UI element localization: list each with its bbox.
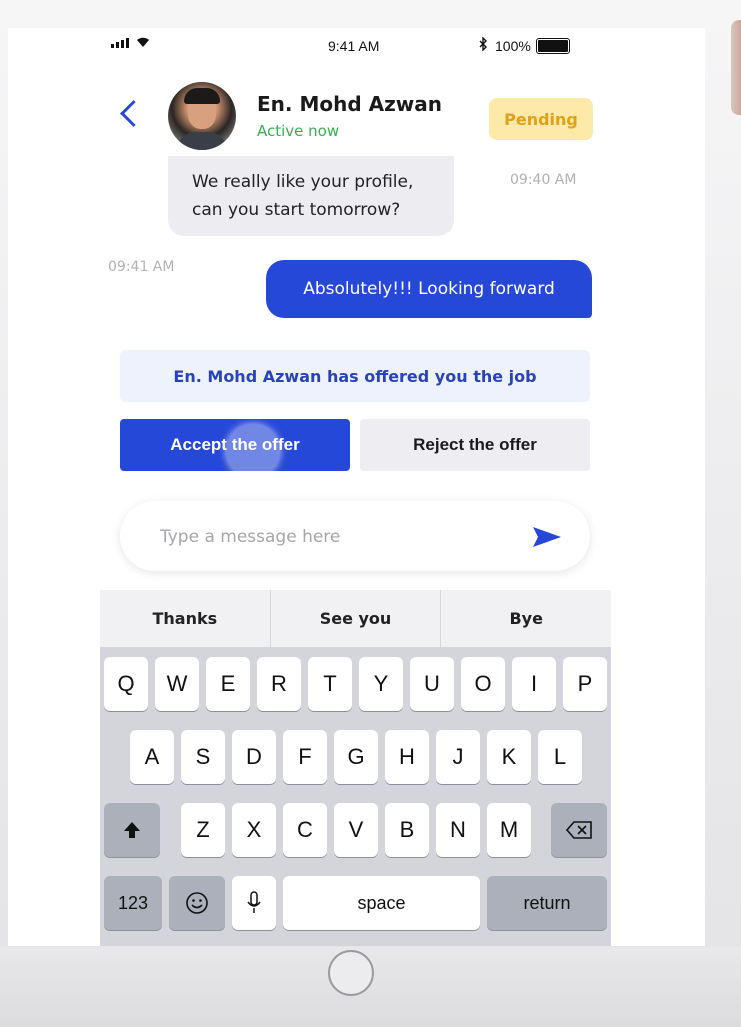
key-j[interactable]: J (436, 730, 480, 784)
numbers-key[interactable]: 123 (104, 876, 162, 930)
backspace-icon (566, 821, 592, 839)
microphone-key[interactable] (232, 876, 276, 930)
key-y[interactable]: Y (359, 657, 403, 711)
status-badge: Pending (489, 98, 593, 140)
key-d[interactable]: D (232, 730, 276, 784)
back-chevron-icon[interactable] (120, 100, 147, 127)
return-key[interactable]: return (487, 876, 607, 930)
key-q[interactable]: Q (104, 657, 148, 711)
key-u[interactable]: U (410, 657, 454, 711)
job-offer-notice: En. Mohd Azwan has offered you the job (120, 350, 590, 402)
key-f[interactable]: F (283, 730, 327, 784)
status-bar: 9:41 AM 100% (8, 28, 705, 68)
key-x[interactable]: X (232, 803, 276, 857)
message-timestamp: 09:41 AM (108, 259, 175, 275)
key-g[interactable]: G (334, 730, 378, 784)
battery-percent: 100% (495, 38, 531, 54)
keyboard: Thanks See you Bye Q W E R T Y U O I P A… (100, 590, 611, 946)
key-n[interactable]: N (436, 803, 480, 857)
shift-key[interactable] (104, 803, 160, 857)
key-l[interactable]: L (538, 730, 582, 784)
chat-header: En. Mohd Azwan Active now Pending (98, 68, 618, 168)
key-k[interactable]: K (487, 730, 531, 784)
shift-arrow-icon (124, 822, 140, 838)
wifi-icon (135, 36, 151, 52)
key-m[interactable]: M (487, 803, 531, 857)
emoji-key[interactable] (169, 876, 225, 930)
key-p[interactable]: P (563, 657, 607, 711)
tap-indicator (226, 424, 280, 478)
key-a[interactable]: A (130, 730, 174, 784)
signal-icon (111, 38, 129, 48)
send-icon[interactable] (532, 526, 562, 552)
contact-name: En. Mohd Azwan (257, 92, 442, 116)
message-line: We really like your profile, (192, 172, 414, 192)
message-input[interactable] (158, 519, 502, 555)
suggestion-bar: Thanks See you Bye (100, 590, 611, 647)
outgoing-message-bubble: Absolutely!!! Looking forward (266, 260, 592, 318)
key-row-4: 123 space return (100, 876, 611, 932)
contact-status: Active now (257, 122, 340, 140)
suggestion-bye[interactable]: Bye (441, 590, 611, 647)
home-button[interactable] (328, 950, 374, 996)
bluetooth-icon (478, 36, 488, 55)
key-o[interactable]: O (461, 657, 505, 711)
tablet-bezel-bottom (0, 947, 741, 1027)
phone-screen: 9:41 AM 100% En. Mohd Azwan Active now P… (8, 28, 705, 946)
key-s[interactable]: S (181, 730, 225, 784)
key-z[interactable]: Z (181, 803, 225, 857)
key-w[interactable]: W (155, 657, 199, 711)
key-row-2: A S D F G H J K L (100, 730, 611, 786)
key-c[interactable]: C (283, 803, 327, 857)
suggestion-see-you[interactable]: See you (271, 590, 442, 647)
key-e[interactable]: E (206, 657, 250, 711)
message-line: can you start tomorrow? (192, 200, 401, 220)
status-time: 9:41 AM (328, 38, 380, 54)
key-h[interactable]: H (385, 730, 429, 784)
key-i[interactable]: I (512, 657, 556, 711)
tablet-side-edge (731, 20, 741, 115)
message-composer (120, 501, 590, 571)
key-b[interactable]: B (385, 803, 429, 857)
message-timestamp: 09:40 AM (510, 172, 577, 188)
battery-icon (536, 38, 570, 54)
key-row-1: Q W E R T Y U O I P (100, 657, 611, 713)
microphone-icon (247, 891, 261, 913)
backspace-key[interactable] (551, 803, 607, 857)
key-t[interactable]: T (308, 657, 352, 711)
key-v[interactable]: V (334, 803, 378, 857)
key-r[interactable]: R (257, 657, 301, 711)
key-row-3: Z X C V B N M (100, 803, 611, 859)
space-key[interactable]: space (283, 876, 480, 930)
avatar[interactable] (168, 82, 236, 150)
emoji-icon (186, 892, 208, 914)
incoming-message-bubble: We really like your profile, can you sta… (168, 156, 454, 236)
reject-offer-button[interactable]: Reject the offer (360, 419, 590, 471)
suggestion-thanks[interactable]: Thanks (100, 590, 271, 647)
